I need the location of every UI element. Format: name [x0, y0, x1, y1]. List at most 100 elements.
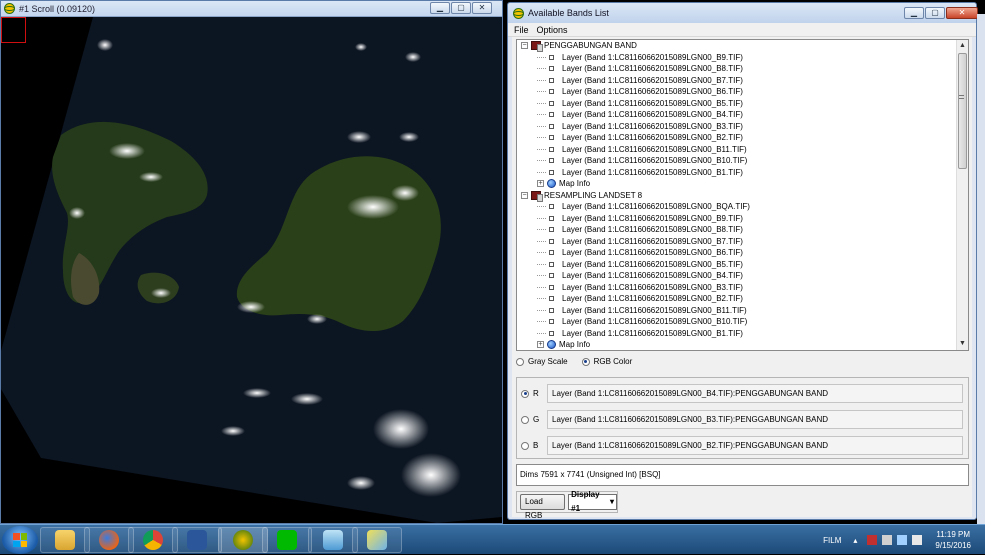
volume-icon[interactable] [912, 535, 923, 545]
red-channel-radio[interactable] [521, 389, 529, 398]
tree-layer-item[interactable]: Layer (Band 1:LC81160662015089LGN00_B11.… [517, 305, 957, 317]
taskbar: FILM ▴ 11:19 PM 9/15/2016 [0, 524, 985, 554]
tree-layer-item[interactable]: Layer (Band 1:LC81160662015089LGN00_B8.T… [517, 224, 957, 236]
tree-layer-item[interactable]: Layer (Band 1:LC81160662015089LGN00_B5.T… [517, 98, 957, 110]
clock[interactable]: 11:19 PM 9/15/2016 [935, 529, 971, 551]
tree-layer-item[interactable]: Layer (Band 1:LC81160662015089LGN00_B10.… [517, 316, 957, 328]
tree-layer-item[interactable]: Layer (Band 1:LC81160662015089LGN00_B5.T… [517, 259, 957, 271]
background-window-edge [977, 14, 985, 524]
tree-map-info[interactable]: + Map Info [517, 178, 957, 190]
tree-layer-label: Layer (Band 1:LC81160662015089LGN00_B3.T… [562, 121, 743, 131]
tree-line [537, 171, 546, 173]
tree-layer-item[interactable]: Layer (Band 1:LC81160662015089LGN00_B7.T… [517, 236, 957, 248]
tree-layer-item[interactable]: Layer (Band 1:LC81160662015089LGN00_B10.… [517, 155, 957, 167]
collapse-icon[interactable]: − [521, 191, 528, 199]
available-bands-window[interactable]: Available Bands List ▁ ▢ ✕ File Options … [507, 2, 978, 520]
start-button[interactable] [2, 526, 38, 554]
tree-layer-item[interactable]: Layer (Band 1:LC81160662015089LGN00_B1.T… [517, 167, 957, 179]
scroll-thumb[interactable] [958, 53, 967, 169]
green-band-row: G Layer (Band 1:LC81160662015089LGN00_B3… [521, 410, 963, 429]
zoom-selection-box[interactable] [1, 17, 26, 43]
tree-layer-item[interactable]: Layer (Band 1:LC81160662015089LGN00_BQA.… [517, 201, 957, 213]
tree-layer-item[interactable]: Layer (Band 1:LC81160662015089LGN00_B9.T… [517, 52, 957, 64]
layer-icon [549, 100, 554, 106]
blue-channel-radio[interactable] [521, 441, 529, 450]
rgb-color-radio[interactable] [581, 357, 590, 366]
red-band-field[interactable]: Layer (Band 1:LC81160662015089LGN00_B4.T… [547, 384, 963, 403]
tree-group[interactable]: − RESAMPLING LANDSET 8 [517, 190, 957, 202]
blue-band-field[interactable]: Layer (Band 1:LC81160662015089LGN00_B2.T… [547, 436, 963, 455]
tree-layer-item[interactable]: Layer (Band 1:LC81160662015089LGN00_B6.T… [517, 247, 957, 259]
close-button[interactable]: ✕ [472, 2, 492, 14]
menu-file[interactable]: File [514, 25, 529, 35]
tree-layer-label: Layer (Band 1:LC81160662015089LGN00_B11.… [562, 144, 747, 154]
taskbar-firefox[interactable] [84, 527, 134, 553]
minimize-button[interactable]: ▁ [904, 7, 924, 19]
clock-time: 11:19 PM [936, 530, 971, 539]
tree-layer-item[interactable]: Layer (Band 1:LC81160662015089LGN00_B1.T… [517, 328, 957, 340]
tree-layer-item[interactable]: Layer (Band 1:LC81160662015089LGN00_B11.… [517, 144, 957, 156]
expand-icon[interactable]: + [537, 180, 544, 188]
tree-layer-label: Layer (Band 1:LC81160662015089LGN00_B8.T… [562, 225, 743, 234]
signal-icon[interactable] [897, 535, 908, 545]
tree-layer-item[interactable]: Layer (Band 1:LC81160662015089LGN00_B6.T… [517, 86, 957, 98]
tree-line [537, 114, 546, 116]
tree-layer-label: Layer (Band 1:LC81160662015089LGN00_B9.T… [562, 213, 743, 223]
scroll-image-canvas[interactable] [1, 17, 502, 523]
network-icon[interactable] [882, 535, 893, 545]
taskbar-chrome[interactable] [128, 527, 178, 553]
maximize-button[interactable]: ▢ [451, 2, 471, 14]
taskbar-line[interactable] [262, 527, 312, 553]
tree-line [537, 298, 546, 300]
folder-icon [55, 530, 75, 550]
flag-icon[interactable] [867, 535, 878, 545]
band-tree[interactable]: − PENGGABUNGAN BAND Layer (Band 1:LC811606… [516, 39, 969, 351]
maximize-button[interactable]: ▢ [925, 7, 945, 19]
scroll-window-titlebar[interactable]: #1 Scroll (0.09120) [1, 1, 502, 17]
tree-scrollbar[interactable]: ▲ ▼ [956, 40, 968, 350]
chevron-up-icon[interactable]: ▴ [853, 536, 857, 545]
tree-layer-label: Layer (Band 1:LC81160662015089LGN00_B10.… [562, 156, 748, 165]
load-rgb-button[interactable]: Load RGB [520, 494, 566, 520]
tree-line [537, 137, 546, 139]
expand-icon[interactable]: + [537, 341, 544, 349]
tree-layer-item[interactable]: Layer (Band 1:LC81160662015089LGN00_B3.T… [517, 121, 957, 133]
display-select[interactable]: Display #1 ▾ [568, 490, 617, 513]
tree-layer-item[interactable]: Layer (Band 1:LC81160662015089LGN00_B9.T… [517, 213, 957, 225]
tree-layer-item[interactable]: Layer (Band 1:LC81160662015089LGN00_B2.T… [517, 293, 957, 305]
taskbar-app-7[interactable] [308, 527, 358, 553]
tree-layer-item[interactable]: Layer (Band 1:LC81160662015089LGN00_B8.T… [517, 63, 957, 75]
map-info-label: Map Info [559, 340, 591, 349]
tree-layer-label: Layer (Band 1:LC81160662015089LGN00_B11.… [562, 305, 747, 315]
envi-icon [233, 530, 253, 550]
collapse-icon[interactable]: − [521, 42, 528, 50]
layer-icon [549, 146, 554, 152]
scroll-down-icon[interactable]: ▼ [957, 338, 968, 350]
scroll-window-title: #1 Scroll (0.09120) [19, 3, 96, 14]
tree-layer-item[interactable]: Layer (Band 1:LC81160662015089LGN00_B4.T… [517, 270, 957, 282]
taskbar-paint[interactable] [352, 527, 402, 553]
tree-layer-item[interactable]: Layer (Band 1:LC81160662015089LGN00_B4.T… [517, 109, 957, 121]
tree-map-info[interactable]: + Map Info [517, 339, 957, 350]
tree-layer-item[interactable]: Layer (Band 1:LC81160662015089LGN00_B7.T… [517, 75, 957, 87]
taskbar-envi[interactable] [218, 527, 268, 553]
minimize-button[interactable]: ▁ [430, 2, 450, 14]
gray-scale-radio[interactable] [516, 357, 524, 366]
tree-layer-item[interactable]: Layer (Band 1:LC81160662015089LGN00_B2.T… [517, 132, 957, 144]
layer-icon [549, 307, 554, 313]
taskbar-word[interactable] [172, 527, 222, 553]
green-channel-radio[interactable] [521, 415, 529, 424]
taskbar-explorer[interactable] [40, 527, 90, 553]
scroll-up-icon[interactable]: ▲ [957, 40, 968, 52]
tree-group-label: RESAMPLING LANDSET 8 [544, 190, 643, 200]
tree-line [537, 91, 546, 93]
close-button[interactable]: ✕ [946, 7, 978, 19]
scroll-window[interactable]: #1 Scroll (0.09120) ▁ ▢ ✕ [0, 0, 503, 524]
green-band-field[interactable]: Layer (Band 1:LC81160662015089LGN00_B3.T… [547, 410, 963, 429]
tree-layer-item[interactable]: Layer (Band 1:LC81160662015089LGN00_B3.T… [517, 282, 957, 294]
film-toolbar-label[interactable]: FILM [823, 536, 841, 545]
envi-app-icon [513, 7, 524, 19]
menu-options[interactable]: Options [537, 25, 568, 35]
tree-group[interactable]: − PENGGABUNGAN BAND [517, 40, 957, 53]
tree-layer-label: Layer (Band 1:LC81160662015089LGN00_B6.T… [562, 248, 743, 257]
